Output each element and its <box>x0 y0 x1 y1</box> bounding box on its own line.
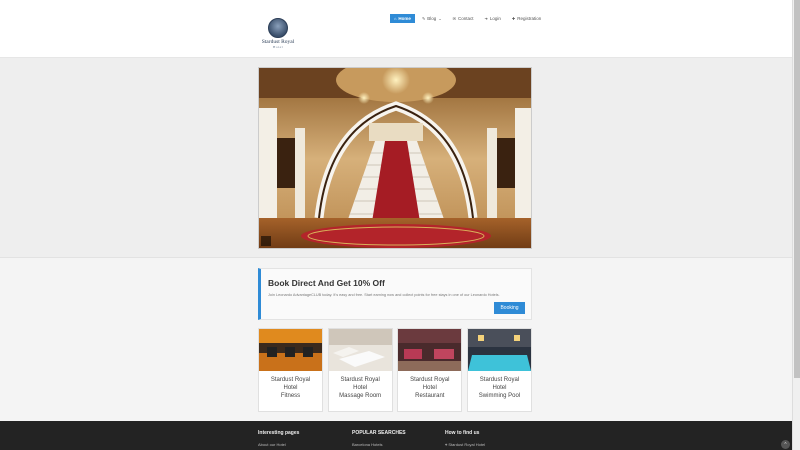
home-icon: ⌂ <box>394 16 397 21</box>
card-title: Stardust Royal Hotel Massage Room <box>329 371 392 400</box>
site-footer: Interesting pages About our Hotel POPULA… <box>0 421 792 450</box>
main-nav: ⌂ Home ✎ Blog ⌄ ✉ Contact ➜ Login ✚ Regi… <box>390 14 545 23</box>
card-title: Stardust Royal Hotel Fitness <box>259 371 322 400</box>
card-massage-room[interactable]: Stardust Royal Hotel Massage Room <box>327 328 393 412</box>
swimming-pool-image <box>467 329 531 371</box>
card-title-line: Massage Room <box>339 393 382 399</box>
card-title-line: Stardust Royal <box>270 377 311 383</box>
nav-registration-label: Registration <box>517 16 542 21</box>
card-title-line: Stardust Royal <box>340 377 380 383</box>
card-title: Stardust Royal Hotel Swimming Pool <box>468 371 531 400</box>
chevron-up-icon: ⌃ <box>783 441 788 448</box>
nav-blog[interactable]: ✎ Blog ⌄ <box>418 14 446 23</box>
card-title-line: Hotel <box>353 385 368 391</box>
scrollbar-thumb[interactable] <box>794 0 800 378</box>
footer-col-location: How to find us ⌖ Stardust Royal Hotel <box>445 430 485 447</box>
card-title-line: Fitness <box>280 393 301 399</box>
nav-contact[interactable]: ✉ Contact <box>449 14 478 23</box>
logo-subtitle: Hotel <box>272 45 284 49</box>
restaurant-image <box>398 329 462 371</box>
card-swimming-pool[interactable]: Stardust Royal Hotel Swimming Pool <box>466 328 532 412</box>
footer-heading: Interesting pages <box>258 430 300 436</box>
card-title-line: Hotel <box>492 385 507 391</box>
footer-col-searches: POPULAR SEARCHES Barcelona Hotels <box>352 430 406 447</box>
footer-link-barcelona[interactable]: Barcelona Hotels <box>352 442 406 447</box>
slider-control[interactable] <box>261 236 271 246</box>
card-title-line: Hotel <box>422 385 437 391</box>
card-title: Stardust Royal Hotel Restaurant <box>398 371 461 400</box>
page-scrollbar[interactable] <box>792 0 800 450</box>
site-logo[interactable]: Stardust Royal Hotel <box>258 18 298 49</box>
facility-cards: Stardust Royal Hotel Fitness Stardust Ro… <box>258 328 532 412</box>
envelope-icon: ✉ <box>452 16 457 21</box>
nav-contact-label: Contact <box>458 16 474 21</box>
card-title-line: Stardust Royal <box>479 377 520 383</box>
booking-promo: Book Direct And Get 10% Off Join Leonard… <box>258 268 532 320</box>
hero-image <box>258 67 532 249</box>
login-icon: ➜ <box>484 16 488 21</box>
promo-title: Book Direct And Get 10% Off <box>268 278 385 288</box>
booking-button[interactable]: Booking <box>494 302 525 314</box>
nav-login-label: Login <box>489 16 501 21</box>
massage-room-image <box>328 329 392 371</box>
chevron-down-icon: ⌄ <box>438 16 442 21</box>
card-fitness[interactable]: Stardust Royal Hotel Fitness <box>258 328 323 412</box>
hero-staircase-illustration <box>259 68 531 248</box>
nav-registration[interactable]: ✚ Registration <box>508 14 545 23</box>
footer-col-pages: Interesting pages About our Hotel <box>258 430 299 447</box>
nav-home[interactable]: ⌂ Home <box>390 14 415 23</box>
footer-link-about[interactable]: About our Hotel <box>258 442 299 447</box>
promo-text: Join Leonardo AdvantageCLUB today. It's … <box>268 293 500 297</box>
nav-blog-label: Blog <box>427 16 437 21</box>
register-icon: ✚ <box>511 16 516 21</box>
card-title-line: Swimming Pool <box>478 393 521 399</box>
scroll-to-top-button[interactable]: ⌃ <box>781 440 790 449</box>
footer-address: ⌖ Stardust Royal Hotel <box>445 442 485 447</box>
card-title-line: Stardust Royal <box>410 377 450 383</box>
card-title-line: Restaurant <box>415 393 445 399</box>
nav-login[interactable]: ➜ Login <box>481 14 505 23</box>
nav-home-label: Home <box>398 16 411 21</box>
pencil-icon: ✎ <box>421 16 426 21</box>
card-restaurant[interactable]: Stardust Royal Hotel Restaurant <box>397 328 463 412</box>
card-title-line: Hotel <box>283 385 298 391</box>
fitness-image <box>259 329 322 371</box>
footer-address-text: Stardust Royal Hotel <box>448 442 486 447</box>
footer-heading: POPULAR SEARCHES <box>352 430 406 436</box>
logo-emblem-icon <box>268 18 288 38</box>
site-header: Stardust Royal Hotel ⌂ Home ✎ Blog ⌄ ✉ C… <box>0 0 792 58</box>
footer-heading: How to find us <box>445 430 480 436</box>
